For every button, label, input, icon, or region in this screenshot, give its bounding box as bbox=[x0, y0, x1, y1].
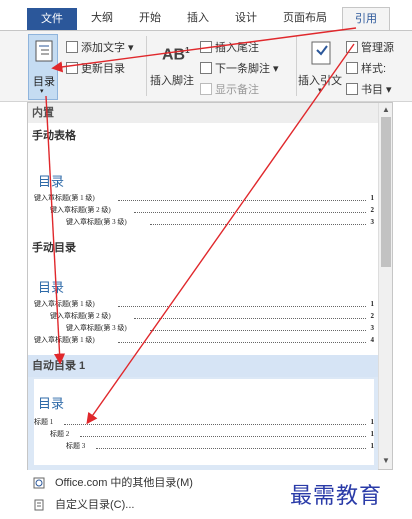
footnote-sup: 1 bbox=[185, 46, 190, 55]
manage-sources-label: 管理源 bbox=[361, 42, 394, 54]
next-footnote-icon bbox=[200, 62, 212, 74]
chevron-down-icon: ▾ bbox=[318, 87, 322, 94]
tab-page-layout[interactable]: 页面布局 bbox=[274, 7, 336, 30]
preview-line: 键入章标题(第 2 级) 2 bbox=[50, 311, 374, 321]
manage-sources-button[interactable]: 管理源 bbox=[346, 39, 394, 55]
preview-line-page: 4 bbox=[370, 336, 375, 344]
preview-line-page: 3 bbox=[370, 324, 375, 332]
show-notes-icon bbox=[200, 83, 212, 95]
endnote-icon bbox=[200, 41, 212, 53]
add-text-button[interactable]: 添加文字 ▾ bbox=[66, 39, 134, 55]
insert-footnote-button[interactable]: 插入脚注 bbox=[150, 72, 194, 88]
preview-line-text: 键入章标题(第 1 级) bbox=[34, 300, 95, 308]
tab-references[interactable]: 引用 bbox=[342, 7, 390, 31]
style-icon bbox=[346, 62, 358, 74]
preview-title: 目录 bbox=[38, 396, 65, 411]
footnote-glyph: AB bbox=[162, 46, 186, 64]
insert-endnote-button[interactable]: 插入尾注 bbox=[200, 39, 259, 55]
bibliography-button[interactable]: 书目 ▾ bbox=[346, 81, 392, 97]
preview-line-page: 1 bbox=[370, 418, 375, 426]
builtin-header: 内置 bbox=[28, 103, 378, 123]
preview-line: 键入章标题(第 3 级) 3 bbox=[66, 217, 374, 227]
insert-citation-icon bbox=[311, 41, 331, 65]
tab-home[interactable]: 开始 bbox=[130, 7, 170, 30]
preview-line-text: 键入章标题(第 3 级) bbox=[66, 324, 127, 332]
preview-line-text: 键入章标题(第 1 级) bbox=[34, 194, 95, 202]
preview-line-page: 3 bbox=[370, 218, 375, 226]
manual-toc-preview[interactable]: 目录 键入章标题(第 1 级) 1 键入章标题(第 2 级) 2 键入章标题(第… bbox=[34, 257, 374, 353]
style-label: 样式: bbox=[361, 63, 387, 75]
watermark: 最需教育 bbox=[290, 484, 383, 509]
toc-gallery: 内置 手动表格 目录 键入章标题(第 1 级) 1 键入章标题(第 2 级) 2… bbox=[27, 102, 393, 470]
preview-title: 目录 bbox=[38, 174, 65, 189]
show-notes-button[interactable]: 显示备注 bbox=[200, 81, 259, 97]
preview-line-text: 标题 1 bbox=[34, 418, 54, 426]
preview-line-text: 键入章标题(第 2 级) bbox=[50, 312, 111, 320]
tab-design[interactable]: 设计 bbox=[226, 7, 266, 30]
custom-toc-label: 自定义目录(C)... bbox=[55, 499, 135, 511]
update-toc-button[interactable]: 更新目录 bbox=[66, 60, 125, 76]
more-tocs-label: Office.com 中的其他目录(M) bbox=[55, 477, 193, 489]
preview-line-text: 标题 2 bbox=[50, 430, 70, 438]
preview-line: 标题 1 1 bbox=[34, 417, 374, 427]
document-icon bbox=[34, 499, 44, 511]
tab-insert[interactable]: 插入 bbox=[178, 7, 218, 30]
preview-line: 标题 2 1 bbox=[50, 429, 374, 439]
scroll-up-icon[interactable]: ▲ bbox=[380, 104, 392, 116]
preview-line: 键入章标题(第 1 级) 1 bbox=[34, 299, 374, 309]
show-notes-label: 显示备注 bbox=[215, 84, 259, 96]
update-toc-label: 更新目录 bbox=[81, 63, 125, 75]
manual-toc-label: 手动目录 bbox=[32, 242, 76, 254]
tab-outline[interactable]: 大纲 bbox=[82, 7, 122, 30]
manual-table-preview[interactable]: 目录 键入章标题(第 1 级) 1 键入章标题(第 2 级) 2 键入章标题(第… bbox=[34, 145, 374, 229]
preview-title: 目录 bbox=[38, 280, 65, 295]
toc-button-label: 目录 bbox=[33, 76, 55, 88]
preview-line-text: 键入章标题(第 3 级) bbox=[66, 218, 127, 226]
next-footnote-button[interactable]: 下一条脚注 ▾ bbox=[200, 60, 279, 76]
insert-endnote-label: 插入尾注 bbox=[215, 42, 259, 54]
scrollbar-thumb[interactable] bbox=[381, 117, 391, 267]
footnote-icon: AB1 bbox=[162, 46, 190, 64]
preview-line-text: 标题 3 bbox=[66, 442, 86, 450]
preview-line-page: 1 bbox=[370, 442, 375, 450]
bibliography-label: 书目 bbox=[361, 84, 383, 96]
citation-style-select[interactable]: 样式: bbox=[346, 60, 386, 76]
preview-line: 键入章标题(第 1 级) 1 bbox=[34, 193, 374, 203]
preview-line-text: 键入章标题(第 2 级) bbox=[50, 206, 111, 214]
ribbon-tabs: 文件 大纲 开始 插入 设计 页面布局 引用 bbox=[0, 0, 412, 31]
preview-line-text: 键入章标题(第 1 级) bbox=[34, 336, 95, 344]
manage-sources-icon bbox=[346, 41, 358, 53]
table-of-contents-button[interactable]: 目录 ▾ bbox=[28, 34, 58, 100]
add-text-label: 添加文字 bbox=[81, 42, 125, 54]
auto-toc-1-label: 自动目录 1 bbox=[28, 355, 378, 377]
scroll-down-icon[interactable]: ▼ bbox=[380, 455, 392, 467]
preview-line: 键入章标题(第 3 级) 3 bbox=[66, 323, 374, 333]
preview-line-page: 2 bbox=[370, 206, 375, 214]
update-toc-icon bbox=[66, 62, 78, 74]
preview-line-page: 1 bbox=[370, 430, 375, 438]
ribbon-divider bbox=[146, 36, 147, 96]
chevron-down-icon: ▾ bbox=[40, 88, 44, 95]
tab-file[interactable]: 文件 bbox=[27, 8, 77, 30]
preview-line: 键入章标题(第 1 级) 4 bbox=[34, 335, 374, 345]
auto-toc-1-preview[interactable]: 目录 标题 1 1 标题 2 1 标题 3 1 bbox=[34, 379, 374, 465]
preview-line-page: 2 bbox=[370, 312, 375, 320]
toc-icon bbox=[35, 40, 53, 62]
preview-line: 键入章标题(第 2 级) 2 bbox=[50, 205, 374, 215]
preview-line: 标题 3 1 bbox=[66, 441, 374, 451]
bibliography-icon bbox=[346, 83, 358, 95]
ribbon-divider bbox=[296, 36, 297, 96]
preview-line-page: 1 bbox=[370, 300, 375, 308]
add-text-icon bbox=[66, 41, 78, 53]
gallery-scrollbar[interactable]: ▲ ▼ bbox=[378, 103, 392, 469]
manual-table-label: 手动表格 bbox=[32, 130, 76, 142]
next-footnote-label: 下一条脚注 bbox=[215, 63, 270, 75]
preview-line-page: 1 bbox=[370, 194, 375, 202]
office-icon bbox=[33, 477, 45, 489]
